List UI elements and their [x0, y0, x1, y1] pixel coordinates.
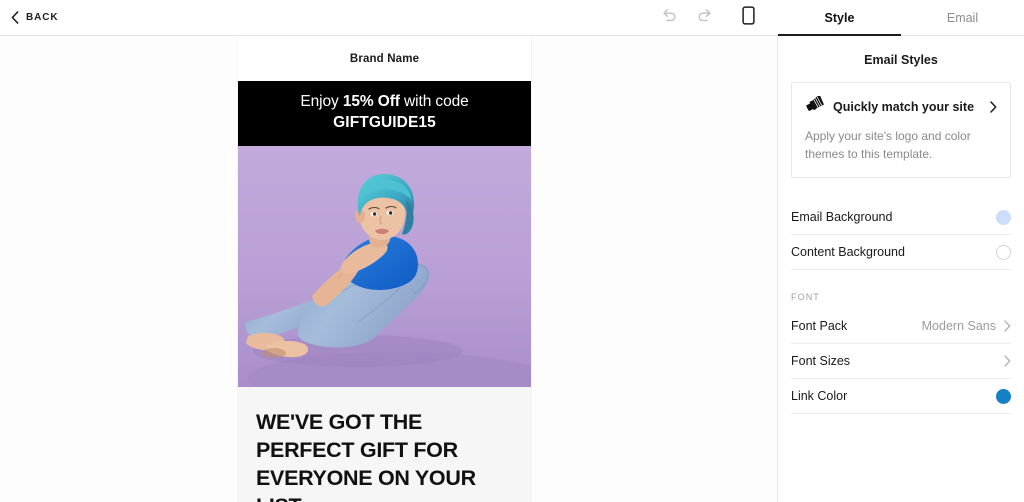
email-background-label: Email Background — [791, 210, 893, 225]
panel-tabs: Style Email — [778, 0, 1024, 36]
promo-discount-text: 15% Off — [342, 93, 400, 110]
undo-arrow-icon — [661, 8, 678, 28]
font-pack-value: Modern Sans — [921, 319, 996, 334]
font-pack-label: Font Pack — [791, 319, 848, 334]
promo-post-text: with code — [399, 93, 469, 110]
email-preview[interactable]: Brand Name Enjoy 15% Off with code GIFTG… — [238, 36, 531, 502]
chevron-left-icon — [11, 11, 19, 24]
content-background-label: Content Background — [791, 245, 905, 260]
panel-title: Email Styles — [864, 53, 938, 67]
mobile-device-icon — [741, 5, 755, 30]
hero-image-illustration — [238, 146, 531, 388]
email-background-swatch[interactable] — [996, 209, 1011, 225]
toolbar-right-group: Style Email — [653, 0, 1024, 36]
row-link-color[interactable]: Link Color — [791, 379, 1011, 415]
match-card-title: Quickly match your site — [833, 100, 975, 114]
tab-email-label: Email — [946, 10, 979, 25]
row-font-sizes[interactable]: Font Sizes — [791, 344, 1011, 380]
mobile-preview-button[interactable] — [732, 0, 764, 35]
email-canvas[interactable]: Brand Name Enjoy 15% Off with code GIFTG… — [0, 36, 777, 502]
tab-style-label: Style — [824, 10, 855, 25]
undo-button[interactable] — [653, 0, 685, 35]
promo-line-1: Enjoy 15% Off with code — [250, 92, 519, 112]
email-style-editor: BACK Style Email Brand Name Enjoy 15% Of… — [0, 0, 1024, 502]
chevron-right-icon — [990, 101, 997, 113]
email-brand-header[interactable]: Brand Name — [238, 36, 531, 81]
chevron-right-icon — [1004, 320, 1011, 333]
row-font-pack[interactable]: Font Pack Modern Sans — [791, 309, 1011, 345]
headline-text: WE'VE GOT THE PERFECT GIFT FOR EVERYONE … — [256, 410, 476, 502]
row-email-background[interactable]: Email Background — [791, 200, 1011, 236]
editor-body: Brand Name Enjoy 15% Off with code GIFTG… — [0, 36, 1024, 502]
content-background-swatch[interactable] — [996, 244, 1011, 260]
link-color-label: Link Color — [791, 389, 848, 404]
promo-banner[interactable]: Enjoy 15% Off with code GIFTGUIDE15 — [238, 81, 531, 147]
back-button[interactable]: BACK — [11, 11, 59, 24]
link-color-swatch[interactable] — [996, 388, 1011, 404]
match-card-description: Apply your site's logo and color themes … — [805, 129, 971, 162]
font-sizes-label: Font Sizes — [791, 354, 851, 369]
font-section-label: FONT — [791, 292, 820, 303]
top-toolbar: BACK Style Email — [0, 0, 1024, 36]
paintbrush-icon — [805, 94, 824, 118]
promo-code-text: GIFTGUIDE15 — [333, 114, 436, 132]
redo-arrow-icon — [696, 8, 713, 28]
row-content-background[interactable]: Content Background — [791, 235, 1011, 271]
tab-style[interactable]: Style — [778, 0, 901, 36]
match-card-header: Quickly match your site — [805, 94, 997, 118]
redo-button[interactable] — [688, 0, 720, 35]
tab-email[interactable]: Email — [901, 0, 1024, 35]
promo-pre-text: Enjoy — [300, 93, 343, 110]
hero-image[interactable] — [238, 146, 531, 388]
quickly-match-site-card[interactable]: Quickly match your site Apply your site'… — [791, 82, 1011, 179]
brand-name-text: Brand Name — [349, 52, 420, 65]
email-headline-block[interactable]: WE'VE GOT THE PERFECT GIFT FOR EVERYONE … — [238, 387, 531, 502]
back-label: BACK — [26, 12, 59, 23]
chevron-right-icon — [1004, 355, 1011, 368]
style-panel: Email Styles Quickly match your site App… — [777, 36, 1024, 502]
